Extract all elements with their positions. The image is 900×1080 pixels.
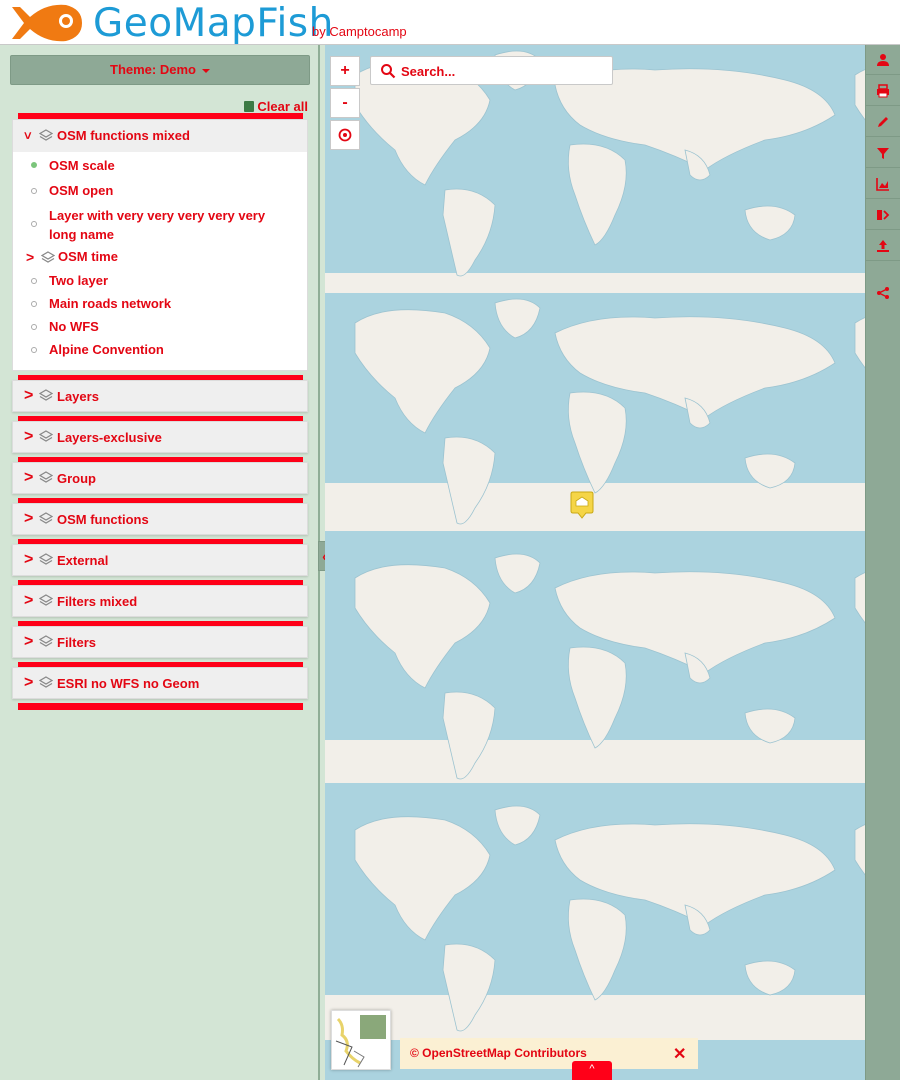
close-attribution-icon[interactable]: ✕ bbox=[673, 1044, 686, 1064]
group-label: OSM functions mixed bbox=[57, 128, 190, 143]
theme-selector-label: Theme: Demo bbox=[110, 62, 196, 77]
layer-item-no-wfs[interactable]: No WFS bbox=[49, 319, 99, 334]
group-divider bbox=[18, 703, 303, 710]
layers-icon bbox=[41, 251, 55, 263]
app-logo-byline: by Camptocamp bbox=[312, 24, 407, 39]
draw-icon bbox=[878, 117, 888, 127]
theme-selector-button[interactable]: Theme: Demo bbox=[10, 55, 310, 85]
bottom-panel-toggle[interactable]: ^ bbox=[572, 1061, 612, 1080]
trash-icon bbox=[244, 101, 255, 112]
layer-checkbox[interactable] bbox=[31, 301, 37, 307]
user-icon bbox=[877, 54, 889, 66]
overview-map[interactable] bbox=[331, 1010, 391, 1070]
world-map-tiles bbox=[354, 50, 865, 1032]
tool-import[interactable] bbox=[866, 200, 900, 230]
layer-tree-panel: Theme: Demo Clear all > OSM functions mi… bbox=[0, 45, 318, 1080]
map-marker-icon[interactable] bbox=[570, 490, 594, 520]
group-label: OSM functions bbox=[57, 512, 149, 527]
layers-icon bbox=[39, 389, 53, 401]
layer-item-two-layer[interactable]: Two layer bbox=[49, 273, 108, 288]
print-icon bbox=[877, 84, 889, 98]
tool-upload[interactable] bbox=[866, 231, 900, 261]
layer-checkbox[interactable] bbox=[31, 347, 37, 353]
chevron-right-icon[interactable]: > bbox=[24, 429, 36, 445]
tool-draw[interactable] bbox=[866, 107, 900, 137]
caret-down-icon bbox=[201, 68, 210, 73]
layers-icon bbox=[39, 512, 53, 524]
chevron-right-icon[interactable]: > bbox=[24, 675, 36, 691]
layer-group-header[interactable]: > Filters bbox=[12, 626, 308, 658]
geolocation-icon bbox=[338, 128, 352, 142]
group-label: Layers-exclusive bbox=[57, 430, 162, 445]
fish-logo-icon bbox=[12, 4, 82, 42]
app-logo-text: GeoMapFish bbox=[93, 1, 334, 46]
geolocation-button[interactable] bbox=[330, 120, 360, 150]
layer-checkbox[interactable] bbox=[31, 188, 37, 194]
search-box[interactable] bbox=[370, 56, 613, 85]
chevron-right-icon[interactable]: > bbox=[24, 634, 36, 650]
layer-group-header[interactable]: > External bbox=[12, 544, 308, 576]
tool-share[interactable] bbox=[866, 278, 900, 308]
app-header: GeoMapFish by Camptocamp bbox=[0, 0, 900, 46]
map-viewport[interactable]: + - © OpenStreetMap Contributors ✕ ^ bbox=[325, 45, 865, 1080]
layer-item-alpine-convention[interactable]: Alpine Convention bbox=[49, 342, 164, 357]
share-icon bbox=[877, 287, 889, 299]
tool-filter[interactable] bbox=[866, 138, 900, 168]
layers-icon bbox=[39, 430, 53, 442]
group-label: Filters bbox=[57, 635, 97, 650]
layer-group-header[interactable]: > Group bbox=[12, 462, 308, 494]
right-toolbar bbox=[865, 45, 900, 1080]
layer-checkbox[interactable] bbox=[31, 162, 37, 168]
group-osm-functions-mixed: > OSM functions mixed OSM scale OSM open… bbox=[12, 119, 308, 371]
search-input[interactable] bbox=[401, 62, 601, 80]
group-label: Filters mixed bbox=[57, 594, 138, 609]
chart-icon bbox=[876, 178, 889, 191]
subgroup-osm-time[interactable]: OSM time bbox=[58, 249, 118, 264]
layers-icon bbox=[39, 471, 53, 483]
chevron-right-icon[interactable]: > bbox=[24, 388, 36, 404]
group-label: Layers bbox=[57, 389, 99, 404]
layer-checkbox[interactable] bbox=[31, 278, 37, 284]
group-label: ESRI no WFS no Geom bbox=[57, 676, 200, 691]
layer-group-header[interactable]: > OSM functions bbox=[12, 503, 308, 535]
layer-item-long-name[interactable]: Layer with very very very very very long… bbox=[49, 206, 289, 244]
filter-icon bbox=[877, 148, 889, 159]
layer-item-main-roads[interactable]: Main roads network bbox=[49, 296, 171, 311]
group-header[interactable]: > OSM functions mixed bbox=[13, 120, 307, 152]
layer-group-header[interactable]: > ESRI no WFS no Geom bbox=[12, 667, 308, 699]
zoom-in-button[interactable]: + bbox=[330, 56, 360, 86]
layer-item-osm-open[interactable]: OSM open bbox=[49, 183, 113, 198]
group-label: External bbox=[57, 553, 109, 568]
overview-map-image bbox=[332, 1011, 390, 1069]
search-icon bbox=[381, 64, 396, 79]
layer-group-header[interactable]: > Layers-exclusive bbox=[12, 421, 308, 453]
chevron-right-icon[interactable]: > bbox=[24, 593, 36, 609]
attribution-bar: © OpenStreetMap Contributors ✕ bbox=[400, 1038, 698, 1069]
layers-icon bbox=[39, 553, 53, 565]
chevron-right-icon[interactable]: > bbox=[24, 511, 36, 527]
upload-icon bbox=[877, 240, 889, 252]
chevron-right-icon[interactable]: > bbox=[24, 470, 36, 486]
chevron-down-icon[interactable]: > bbox=[20, 132, 35, 140]
chevron-right-icon[interactable]: > bbox=[24, 552, 36, 568]
attribution-text: © OpenStreetMap Contributors bbox=[410, 1046, 587, 1060]
layer-item-osm-scale[interactable]: OSM scale bbox=[49, 158, 115, 173]
layer-group-header[interactable]: > Layers bbox=[12, 380, 308, 412]
layer-checkbox[interactable] bbox=[31, 324, 37, 330]
clear-all-label: Clear all bbox=[257, 99, 308, 114]
layers-icon bbox=[39, 129, 53, 141]
tool-profile[interactable] bbox=[866, 169, 900, 199]
clear-all-button[interactable]: Clear all bbox=[244, 99, 308, 114]
import-icon bbox=[877, 210, 890, 220]
layers-icon bbox=[39, 594, 53, 606]
layer-group-header[interactable]: > Filters mixed bbox=[12, 585, 308, 617]
zoom-out-button[interactable]: - bbox=[330, 88, 360, 118]
layers-icon bbox=[39, 676, 53, 688]
chevron-right-icon[interactable]: > bbox=[26, 249, 34, 265]
layers-icon bbox=[39, 635, 53, 647]
tool-print[interactable] bbox=[866, 76, 900, 106]
tool-login[interactable] bbox=[866, 45, 900, 75]
group-label: Group bbox=[57, 471, 96, 486]
layer-checkbox[interactable] bbox=[31, 221, 37, 227]
